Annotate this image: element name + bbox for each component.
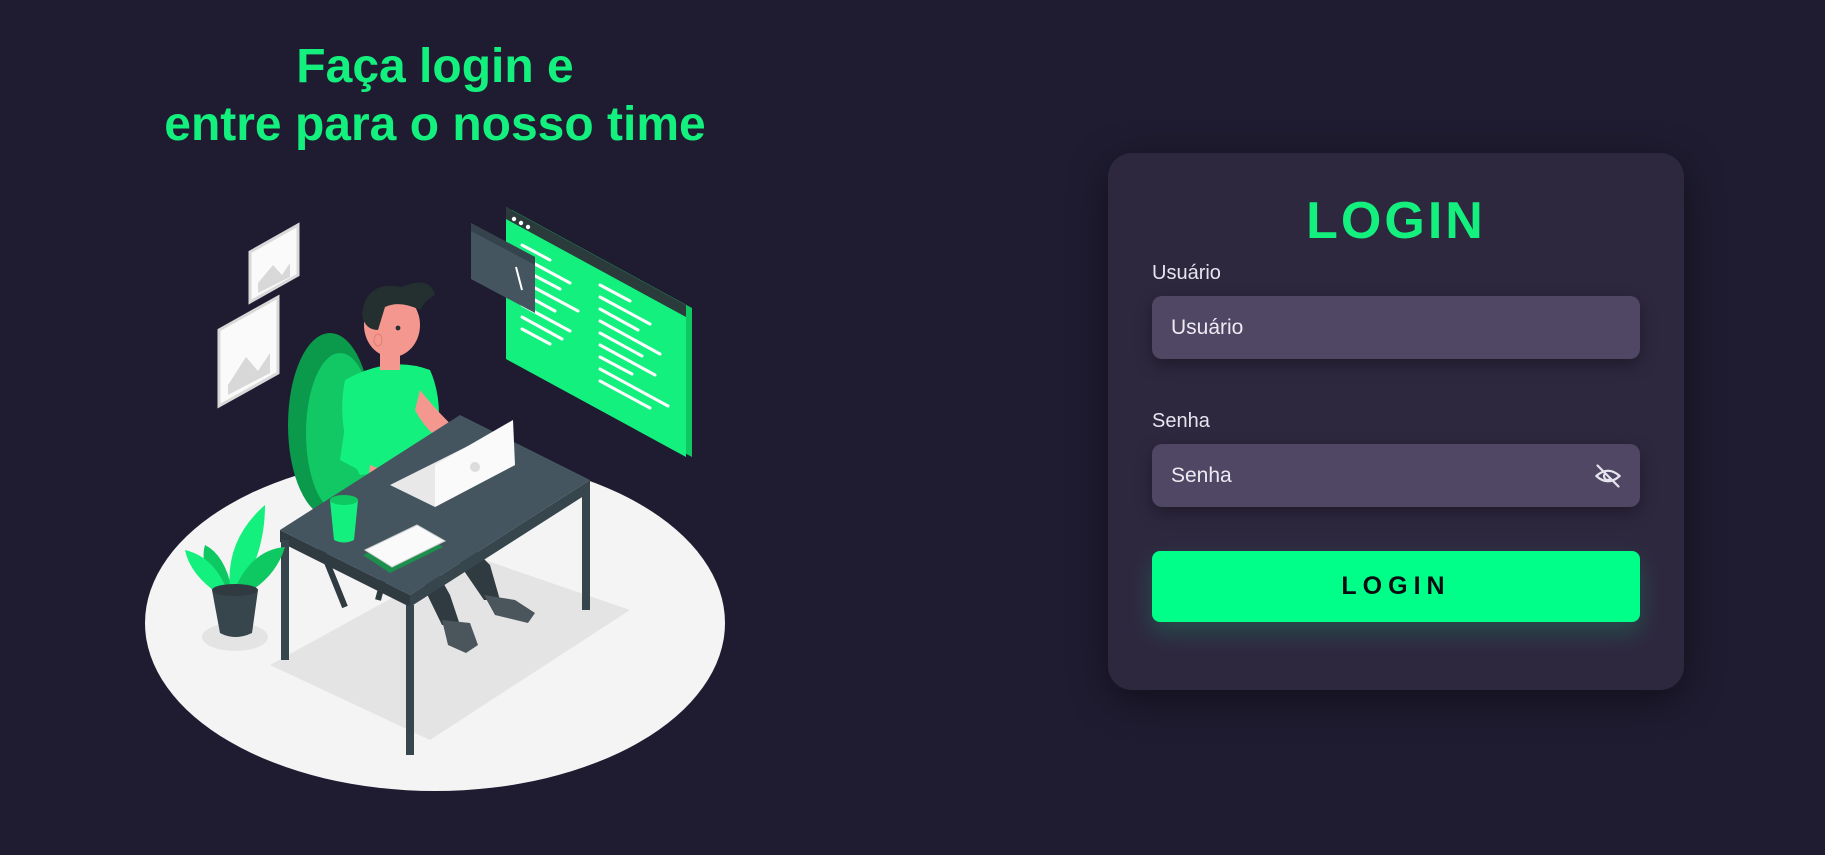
password-label: Senha <box>1152 410 1210 432</box>
username-label: Usuário <box>1152 262 1221 284</box>
login-button[interactable]: LOGIN <box>1152 551 1640 622</box>
login-card-title: LOGIN <box>1306 192 1486 250</box>
password-field-wrapper <box>1152 444 1640 507</box>
wall-picture-small-icon <box>248 222 300 305</box>
coffee-cup-icon <box>330 495 358 543</box>
developer-at-desk-illustration <box>145 207 725 791</box>
hero-headline: Faça login e entre para o nosso time <box>80 38 790 154</box>
hero-headline-line-1: Faça login e <box>296 40 574 93</box>
wall-picture-large-icon <box>217 294 280 409</box>
login-page: Faça login e entre para o nosso time LOG… <box>0 0 1825 855</box>
login-card: LOGIN Usuário Senha LOGIN <box>1108 153 1684 690</box>
password-input[interactable] <box>1152 444 1640 507</box>
hero-section: Faça login e entre para o nosso time <box>0 0 870 855</box>
code-window-icon <box>506 207 692 457</box>
hero-headline-line-2: entre para o nosso time <box>164 98 706 151</box>
eye-off-icon[interactable] <box>1594 462 1622 490</box>
username-input[interactable] <box>1152 296 1640 359</box>
username-field-wrapper <box>1152 296 1640 359</box>
